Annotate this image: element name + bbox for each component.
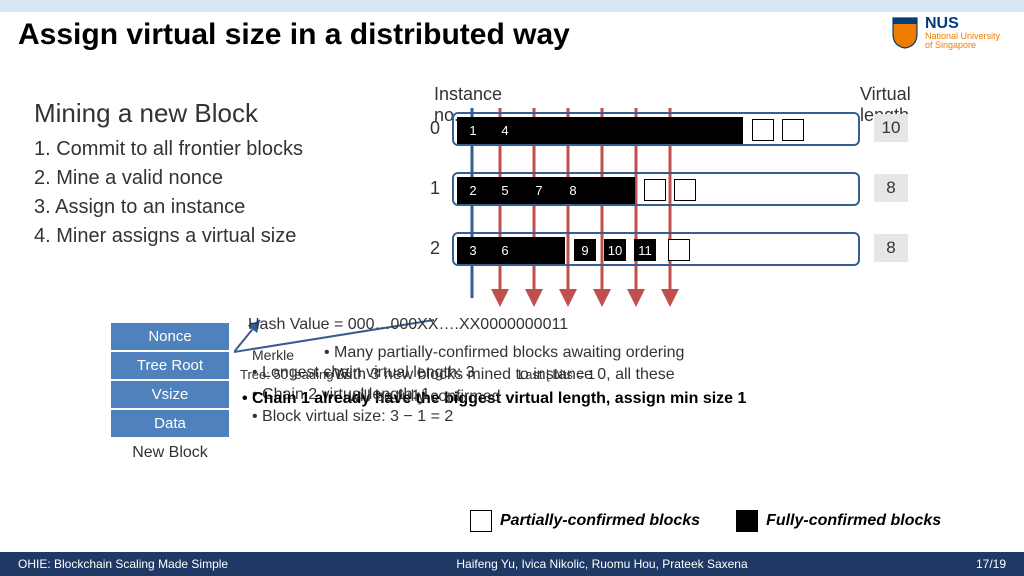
block: 4 bbox=[494, 119, 516, 141]
new-block-field: Nonce bbox=[110, 322, 230, 351]
logo-line2: of Singapore bbox=[925, 41, 1000, 50]
mining-step: 3. Assign to an instance bbox=[34, 193, 404, 222]
legend-label: Fully-confirmed blocks bbox=[766, 512, 941, 529]
mining-section: Mining a new Block 1. Commit to all fron… bbox=[34, 98, 404, 251]
virtual-length-badge: 8 bbox=[874, 174, 908, 202]
legend-swatch-full bbox=[736, 510, 758, 532]
virtual-length-badge: 10 bbox=[874, 114, 908, 142]
top-accent-bar bbox=[0, 0, 1024, 12]
legend-item-full: Fully-confirmed blocks bbox=[736, 510, 941, 532]
logo-text: NUS National University of Singapore bbox=[925, 16, 1000, 50]
mining-step: 4. Miner assigns a virtual size bbox=[34, 222, 404, 251]
block: 11 bbox=[634, 239, 656, 261]
nus-logo: NUS National University of Singapore bbox=[891, 16, 1000, 50]
shield-icon bbox=[891, 16, 919, 50]
partial-block bbox=[782, 119, 804, 141]
footer-authors: Haifeng Yu, Ivica Nikolic, Ruomu Hou, Pr… bbox=[228, 557, 976, 571]
overlay-bullet: will be fully confirmed bbox=[348, 388, 500, 405]
row-box: 3 6 9 10 11 bbox=[452, 232, 860, 266]
legend-item-partial: Partially-confirmed blocks bbox=[470, 510, 700, 532]
footer: OHIE: Blockchain Scaling Made Simple Hai… bbox=[0, 552, 1024, 576]
block: 5 bbox=[494, 179, 516, 201]
block: 10 bbox=[604, 239, 626, 261]
legend-swatch-partial bbox=[470, 510, 492, 532]
new-block-field: Tree Root bbox=[110, 351, 230, 380]
hash-value-line: Hash Value = 000…000XX….XX0000000011 bbox=[248, 314, 948, 336]
overlay-bullet: Many partially-confirmed blocks awaiting… bbox=[334, 344, 684, 361]
footer-page: 17/19 bbox=[976, 557, 1006, 571]
partial-block bbox=[752, 119, 774, 141]
row-label: 0 bbox=[430, 118, 440, 139]
virtual-length-badge: 8 bbox=[874, 234, 908, 262]
mining-step: 1. Commit to all frontier blocks bbox=[34, 135, 404, 164]
new-block-field: Vsize bbox=[110, 380, 230, 409]
block: 7 bbox=[528, 179, 550, 201]
row-label: 2 bbox=[430, 238, 440, 259]
row-box: 1 4 bbox=[452, 112, 860, 146]
new-block-diagram: Nonce Tree Root Vsize Data New Block bbox=[110, 322, 230, 462]
mining-step: 2. Mine a valid nonce bbox=[34, 164, 404, 193]
logo-abbrev: NUS bbox=[925, 15, 959, 32]
block: 6 bbox=[494, 239, 516, 261]
slide-title: Assign virtual size in a distributed way bbox=[0, 12, 1024, 52]
block: 9 bbox=[574, 239, 596, 261]
footer-left: OHIE: Blockchain Scaling Made Simple bbox=[18, 557, 228, 571]
partial-block bbox=[674, 179, 696, 201]
row-label: 1 bbox=[430, 178, 440, 199]
block: 1 bbox=[462, 119, 484, 141]
overlay-bullet: Block virtual size: 3 − 1 = 2 bbox=[262, 408, 453, 425]
row-box: 2 5 7 8 bbox=[452, 172, 860, 206]
mining-title: Mining a new Block bbox=[34, 98, 404, 129]
partial-block bbox=[668, 239, 690, 261]
block: 8 bbox=[562, 179, 584, 201]
partial-block bbox=[644, 179, 666, 201]
new-block-label: New Block bbox=[110, 444, 230, 462]
legend: Partially-confirmed blocks Fully-confirm… bbox=[470, 510, 941, 532]
new-block-field: Data bbox=[110, 409, 230, 438]
overlay-bullet: With 3 new blocks mined to instance 0, a… bbox=[334, 366, 675, 383]
hash-area: Hash Value = 000…000XX….XX0000000011 Mer… bbox=[248, 314, 948, 460]
legend-label: Partially-confirmed blocks bbox=[500, 512, 700, 529]
block: 2 bbox=[462, 179, 484, 201]
mining-steps: 1. Commit to all frontier blocks 2. Mine… bbox=[34, 135, 404, 251]
block: 3 bbox=[462, 239, 484, 261]
